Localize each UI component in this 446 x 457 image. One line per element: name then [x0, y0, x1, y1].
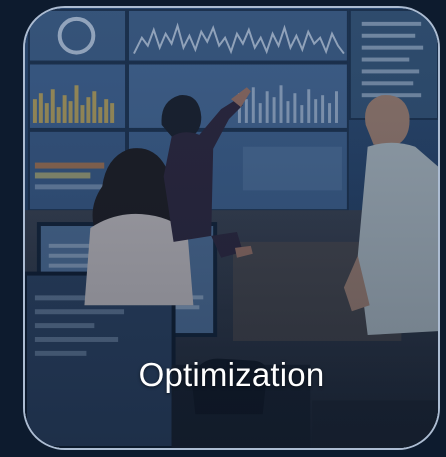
card-title: Optimization [138, 356, 325, 393]
page: Optimization [0, 0, 446, 457]
optimization-card[interactable]: Optimization [23, 6, 440, 450]
